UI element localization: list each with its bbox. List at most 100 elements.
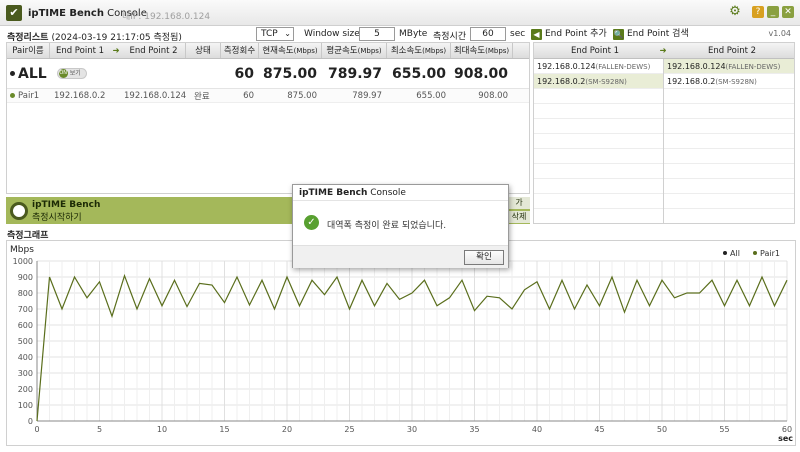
col-pair[interactable]: Pair이름 — [7, 43, 50, 58]
version-label: v1.04 — [768, 29, 791, 38]
pair-average: 789.97 — [352, 90, 382, 101]
col-max[interactable]: 최대속도(Mbps) — [451, 43, 513, 58]
all-name-cell: ALL ON 보기 — [7, 66, 222, 82]
y-tick-label: 400 — [18, 353, 33, 362]
all-current: 875.00 — [262, 65, 317, 82]
table-row[interactable]: Pair1 192.168.0.2 192.168.0.124 완료 60 87… — [7, 89, 529, 103]
line-chart: Mbps 0 100 200 300 400 500 600 700 800 900 1000 0 5 10… — [10, 245, 793, 443]
legend-label-all: All — [730, 249, 740, 258]
status-title: ipTIME Bench — [32, 200, 101, 210]
duration-unit: sec — [510, 29, 526, 39]
delete-button[interactable]: 삭제 — [508, 211, 530, 223]
legend-marker-pair1 — [753, 251, 757, 255]
ep-header-2: End Point 2 — [707, 46, 757, 56]
add-endpoint-button[interactable]: ◀ End Point 추가 — [531, 27, 607, 41]
x-tick-label: 25 — [344, 425, 354, 434]
x-tick-label: 30 — [407, 425, 417, 434]
list-item[interactable]: 192.168.0.2(SM-S928N) — [664, 74, 794, 89]
all-average: 789.97 — [327, 65, 382, 82]
col-min-unit: (Mbps) — [422, 47, 447, 55]
col-count[interactable]: 측정회수 — [221, 43, 259, 58]
window-size-label: Window size — [304, 29, 360, 39]
protocol-select[interactable]: TCP ⌄ — [256, 27, 294, 41]
ep-ip: 192.168.0.124 — [667, 62, 726, 71]
col-average[interactable]: 평균속도(Mbps) — [322, 43, 387, 58]
col-current[interactable]: 현재속도(Mbps) — [259, 43, 322, 58]
x-tick-label: 0 — [34, 425, 39, 434]
x-tick-label: 10 — [157, 425, 167, 434]
col-ep2[interactable]: End Point 2 — [122, 43, 186, 58]
list-item-empty — [534, 164, 663, 179]
y-axis-label: Mbps — [10, 245, 34, 255]
show-toggle[interactable]: ON 보기 — [56, 68, 87, 79]
minimize-icon[interactable]: _ — [767, 6, 779, 18]
ep-host: (SM-S928N) — [585, 78, 627, 86]
all-min: 655.00 — [391, 65, 446, 82]
y-tick-label: 100 — [18, 401, 33, 410]
x-axis-unit: sec — [778, 434, 793, 443]
list-item-empty — [534, 119, 663, 134]
dialog-body: ✓ 대역폭 측정이 완료 되었습니다. — [293, 202, 508, 247]
y-tick-label: 1000 — [13, 257, 33, 266]
y-tick-label: 700 — [18, 305, 33, 314]
window-size-input[interactable]: 5 — [359, 27, 395, 41]
x-tick-label: 35 — [469, 425, 479, 434]
x-tick-label: 55 — [719, 425, 729, 434]
list-item-empty — [664, 164, 794, 179]
list-item[interactable]: 192.168.0.2(SM-S928N) — [534, 74, 663, 89]
col-max-label: 최대속도 — [453, 46, 486, 56]
list-item-empty — [664, 119, 794, 134]
list-item-empty — [664, 89, 794, 104]
ok-button[interactable]: 확인 — [464, 250, 504, 265]
x-tick-label: 15 — [219, 425, 229, 434]
dialog-title-bold: ipTIME Bench — [299, 188, 368, 198]
table-row-all[interactable]: ALL ON 보기 60 875.00 789.97 655.00 908.00 — [7, 59, 529, 89]
list-item-empty — [534, 194, 663, 209]
gear-icon[interactable]: ⚙ — [729, 5, 741, 18]
col-state[interactable]: 상태 — [186, 43, 221, 58]
list-item-empty — [534, 149, 663, 164]
col-average-label: 평균속도 — [326, 46, 358, 56]
list-item[interactable]: 192.168.0.124(FALLEN-DEWS) — [664, 59, 794, 74]
endpoint-panel: End Point 1 ➜ End Point 2 192.168.0.124(… — [533, 42, 795, 224]
list-item[interactable]: 192.168.0.124(FALLEN-DEWS) — [534, 59, 663, 74]
dialog-title[interactable]: ipTIME Bench Console — [293, 185, 508, 201]
window-controls: ⚙ ? _ ✕ — [729, 5, 794, 18]
app-logo-icon: ✔ — [6, 5, 22, 21]
arrow-right-icon: ➜ — [112, 46, 120, 56]
search-icon: 🔍 — [613, 28, 624, 40]
ep-ip: 192.168.0.124 — [537, 62, 596, 71]
y-tick-label: 300 — [18, 369, 33, 378]
close-icon[interactable]: ✕ — [782, 6, 794, 18]
x-tick-label: 20 — [282, 425, 292, 434]
y-tick-label: 200 — [18, 385, 33, 394]
toggle-knob-icon: ON — [58, 69, 68, 78]
completion-dialog: ipTIME Bench Console ✓ 대역폭 측정이 완료 되었습니다.… — [292, 184, 509, 268]
help-icon[interactable]: ? — [752, 6, 764, 18]
ep-host: (FALLEN-DEWS) — [595, 63, 651, 71]
y-tick-label: 800 — [18, 289, 33, 298]
duration-input[interactable]: 60 — [470, 27, 506, 41]
x-tick-label: 60 — [782, 425, 792, 434]
x-tick-label: 5 — [97, 425, 102, 434]
col-ep1[interactable]: End Point 1 — [50, 43, 110, 58]
ep-host: (FALLEN-DEWS) — [725, 63, 781, 71]
ep-header-1: End Point 1 — [570, 46, 620, 56]
y-tick-label: 0 — [28, 417, 33, 426]
pair-dot-icon — [10, 92, 15, 98]
legend-marker-all — [723, 251, 727, 255]
add-pair-button[interactable]: 가 — [508, 197, 530, 209]
col-min[interactable]: 최소속도(Mbps) — [387, 43, 451, 58]
dialog-footer: 확인 — [293, 245, 508, 268]
col-current-label: 현재속도 — [262, 46, 294, 56]
dialog-message: 대역폭 측정이 완료 되었습니다. — [327, 221, 447, 231]
add-endpoint-label: End Point 추가 — [545, 29, 607, 39]
pair-ep1: 192.168.0.2 — [54, 90, 106, 101]
ep-ip: 192.168.0.2 — [537, 77, 586, 86]
list-item-empty — [664, 149, 794, 164]
y-tick-label: 600 — [18, 321, 33, 330]
y-tick-label: 900 — [18, 273, 33, 282]
search-endpoint-button[interactable]: 🔍 End Point 검색 — [613, 27, 689, 41]
list-item-empty — [664, 134, 794, 149]
col-min-label: 최소속도 — [390, 46, 423, 56]
